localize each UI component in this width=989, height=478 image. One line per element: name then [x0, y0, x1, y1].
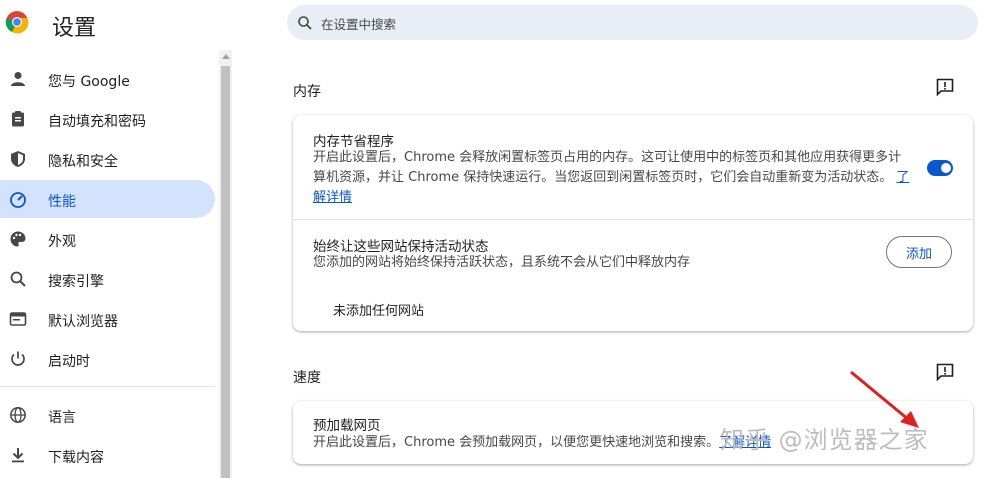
watermark-text: 知乎 @浏览器之家	[720, 426, 929, 454]
memory-saver-toggle[interactable]	[927, 160, 953, 176]
sidebar: 您与 Google 自动填充和密码 隐私和安全 性能 外观 搜索引擎 默认浏览器…	[0, 58, 232, 478]
memory-saver-desc-line2-text: 算机资源，并让 Chrome 保持快速运行。当您返回到闲置标签页时，它们会自动重…	[313, 170, 893, 185]
clipboard-icon	[12, 111, 24, 127]
shield-icon	[11, 151, 25, 167]
sidebar-item-label: 下载内容	[48, 450, 104, 466]
sidebar-item-on-startup[interactable]: 启动时	[0, 340, 215, 378]
sidebar-item-label: 您与 Google	[48, 74, 130, 90]
sidebar-item-label: 默认浏览器	[48, 314, 118, 330]
memory-saver-desc-line2: 算机资源，并让 Chrome 保持快速运行。当您返回到闲置标签页时，它们会自动重…	[313, 168, 913, 188]
chrome-logo-icon	[5, 11, 29, 34]
sidebar-item-search-engine[interactable]: 搜索引擎	[0, 260, 215, 298]
section-title-speed: 速度	[293, 370, 321, 386]
always-active-description: 您添加的网站将始终保持活跃状态，且系统不会从它们中释放内存	[313, 255, 691, 270]
sidebar-scrollbar-thumb[interactable]	[221, 66, 230, 478]
sidebar-item-default-browser[interactable]: 默认浏览器	[0, 300, 215, 338]
sidebar-item-label: 性能	[48, 194, 76, 210]
sidebar-item-label: 启动时	[48, 354, 90, 370]
memory-saver-title: 内存节省程序	[313, 134, 394, 150]
person-icon	[11, 72, 25, 86]
toggle-knob	[941, 163, 951, 173]
always-active-title: 始终让这些网站保持活动状态	[313, 239, 489, 255]
card-separator	[293, 219, 973, 220]
sidebar-item-label: 自动填充和密码	[48, 114, 146, 130]
preload-description: 开启此设置后，Chrome 会预加载网页，以便您更快速地浏览和搜索。了解详情	[313, 433, 771, 453]
speedometer-icon	[10, 192, 26, 208]
browser-window-icon	[9, 312, 27, 326]
sidebar-item-performance[interactable]: 性能	[0, 180, 215, 218]
power-icon	[11, 351, 25, 366]
sidebar-item-you-and-google[interactable]: 您与 Google	[0, 60, 215, 98]
sidebar-item-label: 外观	[48, 234, 76, 250]
section-title-memory: 内存	[293, 84, 321, 100]
no-sites-text: 未添加任何网站	[333, 304, 425, 319]
search-icon	[298, 16, 312, 30]
feedback-icon[interactable]	[935, 362, 955, 382]
scroll-up-arrow-icon[interactable]	[222, 54, 230, 59]
learn-more-link-cont[interactable]: 解详情	[313, 190, 352, 205]
sidebar-item-languages[interactable]: 语言	[0, 396, 215, 434]
globe-icon	[10, 407, 26, 423]
feedback-icon[interactable]	[935, 77, 955, 97]
preload-desc-text: 开启此设置后，Chrome 会预加载网页，以便您更快速地浏览和搜索。	[313, 435, 720, 450]
sidebar-item-label: 隐私和安全	[48, 154, 118, 170]
memory-saver-desc-line3: 解详情	[313, 188, 913, 208]
sidebar-item-appearance[interactable]: 外观	[0, 220, 215, 258]
memory-card: 内存节省程序 开启此设置后，Chrome 会释放闲置标签页占用的内存。这可让使用…	[293, 115, 973, 331]
sidebar-item-autofill[interactable]: 自动填充和密码	[0, 100, 215, 138]
sidebar-item-label: 语言	[48, 410, 76, 426]
search-bar[interactable]	[287, 5, 978, 40]
memory-saver-description: 开启此设置后，Chrome 会释放闲置标签页占用的内存。这可让使用中的标签页和其…	[313, 148, 913, 208]
search-input[interactable]	[319, 13, 923, 35]
preload-title: 预加载网页	[313, 418, 381, 434]
add-site-button[interactable]: 添加	[886, 236, 952, 268]
palette-icon	[10, 231, 26, 247]
page-title: 设置	[52, 16, 97, 41]
learn-more-link[interactable]: 了	[896, 170, 909, 185]
download-icon	[12, 448, 24, 463]
sidebar-item-downloads[interactable]: 下载内容	[0, 436, 215, 474]
search-icon	[10, 271, 26, 287]
memory-saver-desc-line1: 开启此设置后，Chrome 会释放闲置标签页占用的内存。这可让使用中的标签页和其…	[313, 150, 902, 165]
sidebar-divider	[0, 386, 215, 387]
sidebar-item-label: 搜索引擎	[48, 274, 104, 290]
sidebar-item-privacy[interactable]: 隐私和安全	[0, 140, 215, 178]
